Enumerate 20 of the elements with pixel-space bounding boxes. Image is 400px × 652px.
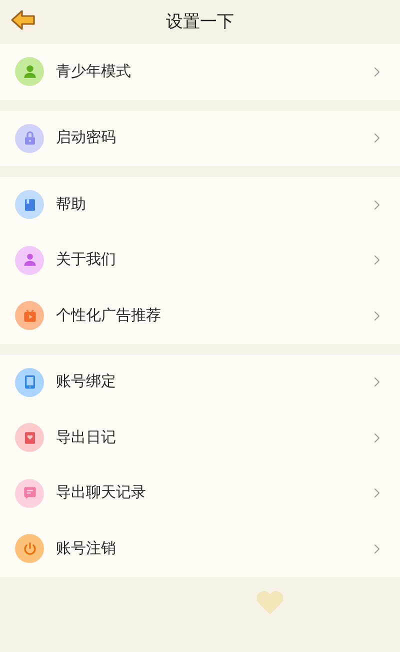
settings-row[interactable]: 账号绑定 <box>0 354 400 410</box>
row-label: 账号绑定 <box>56 372 117 392</box>
row-label: 导出日记 <box>56 428 117 448</box>
settings-row[interactable]: 帮助 <box>0 177 400 232</box>
settings-row[interactable]: 导出聊天记录 <box>0 466 400 521</box>
row-label: 青少年模式 <box>56 62 132 82</box>
row-label: 导出聊天记录 <box>56 483 147 503</box>
row-label: 帮助 <box>56 194 87 214</box>
back-arrow-icon <box>10 9 36 31</box>
page-title: 设置一下 <box>166 10 234 33</box>
settings-row[interactable]: 账号注销 <box>0 521 400 576</box>
settings-row[interactable]: 关于我们 <box>0 232 400 288</box>
row-label: 账号注销 <box>56 538 117 558</box>
settings-row[interactable]: 导出日记 <box>0 410 400 466</box>
row-label: 启动密码 <box>56 128 117 148</box>
settings-row[interactable]: 启动密码 <box>0 110 400 166</box>
settings-row[interactable]: 青少年模式 <box>0 44 400 100</box>
row-label: 个性化广告推荐 <box>56 306 162 326</box>
settings-row[interactable]: 个性化广告推荐 <box>0 288 400 344</box>
row-label: 关于我们 <box>56 250 117 270</box>
